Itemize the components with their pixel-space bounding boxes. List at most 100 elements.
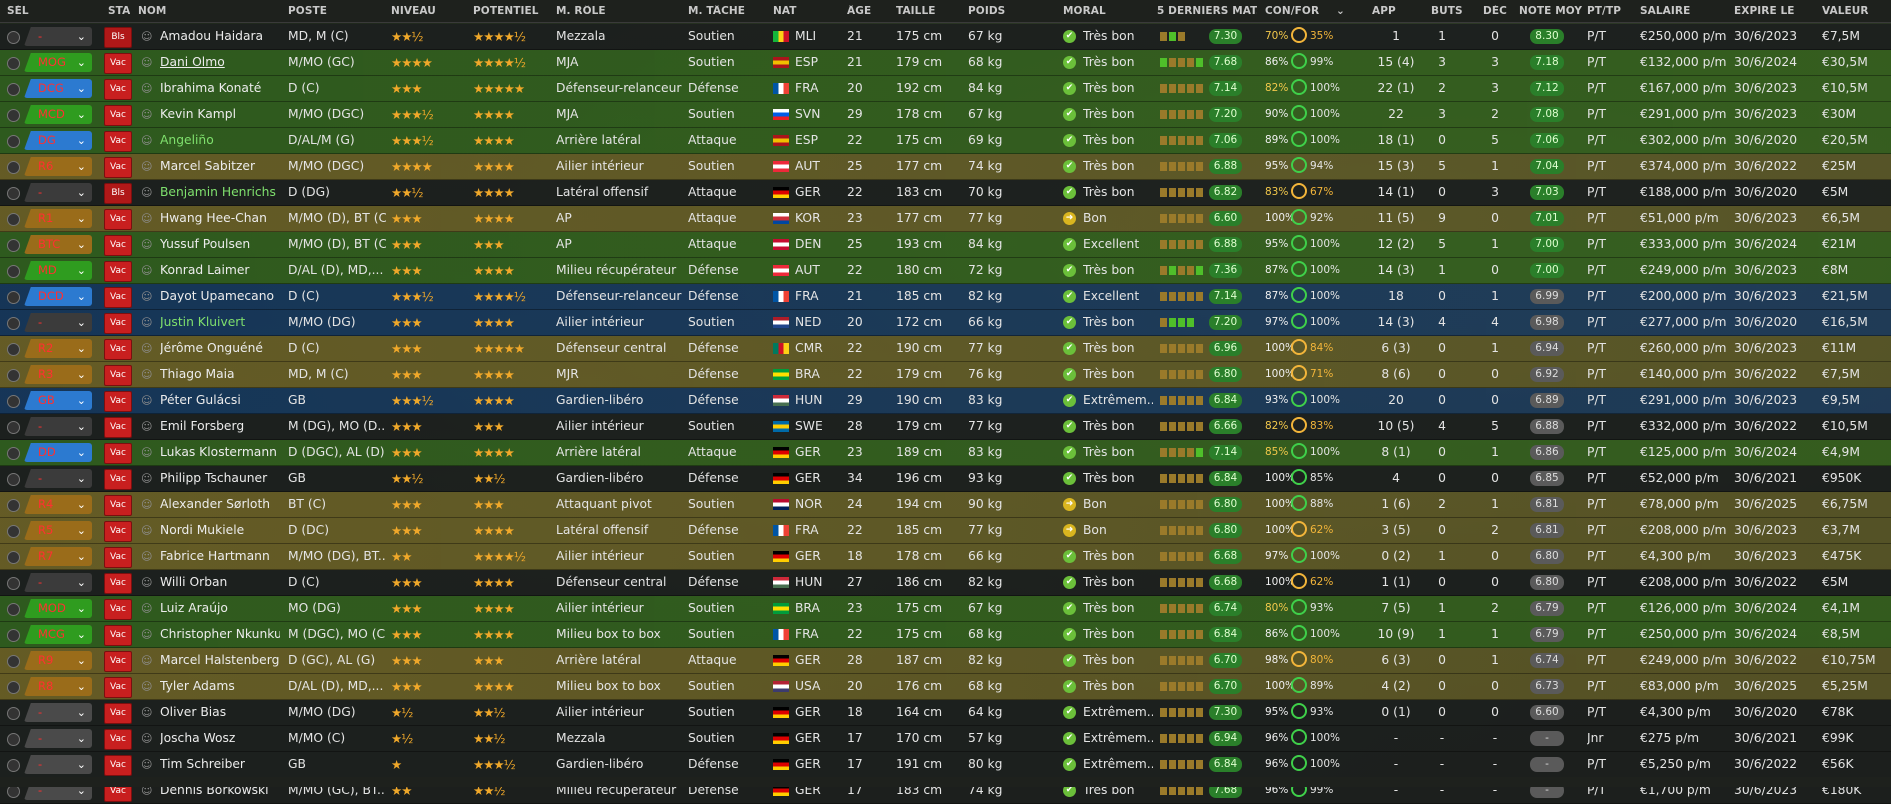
player-name-link[interactable]: Kevin Kampl [160, 102, 280, 127]
status-badge[interactable]: Vac [104, 235, 132, 256]
table-row[interactable]: - ⌄ Bls ☺ Amadou Haidara MD, M (C) ★★½ ★★… [0, 24, 1891, 50]
table-row[interactable]: DD ⌄ Vac ☺ Lukas Klostermann D (DGC), AL … [0, 440, 1891, 466]
row-select-checkbox[interactable] [7, 57, 20, 70]
status-badge[interactable]: Vac [104, 287, 132, 308]
table-row[interactable]: R8 ⌄ Vac ☺ Tyler Adams D/AL (D), MD,... ★… [0, 674, 1891, 700]
player-name-link[interactable]: Luiz Araújo [160, 596, 280, 621]
col-weight[interactable]: POIDS [968, 5, 1005, 17]
table-row[interactable]: - ⌄ Vac ☺ Tim Schreiber GB ★ ★★★½ Gardien… [0, 752, 1891, 778]
status-badge[interactable]: Vac [104, 209, 132, 230]
row-select-checkbox[interactable] [7, 525, 20, 538]
table-row[interactable]: R7 ⌄ Vac ☺ Fabrice Hartmann M/MO (DG), BT… [0, 544, 1891, 570]
player-name-link[interactable]: Jérôme Onguéné [160, 336, 280, 361]
col-potentiel[interactable]: POTENTIEL [473, 5, 539, 17]
col-ptp[interactable]: PT/TP [1587, 5, 1621, 17]
selection-dropdown[interactable]: GB ⌄ [24, 391, 92, 410]
selection-dropdown[interactable]: - ⌄ [24, 27, 92, 46]
player-name-link[interactable]: Joscha Wosz [160, 726, 280, 751]
status-badge[interactable]: Vac [104, 547, 132, 568]
row-select-checkbox[interactable] [7, 109, 20, 122]
table-row[interactable]: R4 ⌄ Vac ☺ Alexander Sørloth BT (C) ★★★ ★… [0, 492, 1891, 518]
row-select-checkbox[interactable] [7, 161, 20, 174]
status-badge[interactable]: Vac [104, 417, 132, 438]
row-select-checkbox[interactable] [7, 733, 20, 746]
player-name-link[interactable]: Emil Forsberg [160, 414, 280, 439]
player-name-link[interactable]: Marcel Sabitzer [160, 154, 280, 179]
selection-dropdown[interactable]: - ⌄ [24, 729, 92, 748]
status-badge[interactable]: Vac [104, 79, 132, 100]
col-sel[interactable]: SÉL [7, 5, 29, 17]
table-row[interactable]: R3 ⌄ Vac ☺ Thiago Maia MD, M (C) ★★★ ★★★★… [0, 362, 1891, 388]
table-row[interactable]: R6 ⌄ Vac ☺ Marcel Sabitzer M/MO (DGC) ★★★… [0, 154, 1891, 180]
player-name-link[interactable]: Péter Gulácsi [160, 388, 280, 413]
col-note[interactable]: NOTE MOY [1519, 5, 1582, 17]
status-badge[interactable]: Vac [104, 599, 132, 620]
table-row[interactable]: - ⌄ Bls ☺ Benjamin Henrichs D (DG) ★★½ ★★… [0, 180, 1891, 206]
col-buts[interactable]: BUTS [1431, 5, 1463, 17]
table-row[interactable]: MOG ⌄ Vac ☺ Dani Olmo M/MO (GC) ★★★★ ★★★★… [0, 50, 1891, 76]
row-select-checkbox[interactable] [7, 473, 20, 486]
player-name-link[interactable]: Oliver Bias [160, 700, 280, 725]
status-badge[interactable]: Vac [104, 53, 132, 74]
player-name-link[interactable]: Christopher Nkunku [160, 622, 280, 647]
player-name-link[interactable]: Thiago Maia [160, 362, 280, 387]
player-name-link[interactable]: Dayot Upamecano [160, 284, 280, 309]
selection-dropdown[interactable]: - ⌄ [24, 313, 92, 332]
selection-dropdown[interactable]: MCD ⌄ [24, 105, 92, 124]
row-select-checkbox[interactable] [7, 83, 20, 96]
table-row[interactable]: MCG ⌄ Vac ☺ Christopher Nkunku M (DGC), M… [0, 622, 1891, 648]
table-row[interactable]: DG ⌄ Vac ☺ Angeliño D/AL/M (G) ★★★½ ★★★★ … [0, 128, 1891, 154]
col-height[interactable]: TAILLE [896, 5, 936, 17]
status-badge[interactable]: Vac [104, 365, 132, 386]
player-name-link[interactable]: Hwang Hee-Chan [160, 206, 280, 231]
player-name-link[interactable]: Lukas Klostermann [160, 440, 280, 465]
table-row[interactable]: - ⌄ Vac ☺ Philipp Tschauner GB ★★½ ★★½ Ga… [0, 466, 1891, 492]
row-select-checkbox[interactable] [7, 291, 20, 304]
selection-dropdown[interactable]: MOG ⌄ [24, 53, 92, 72]
row-select-checkbox[interactable] [7, 213, 20, 226]
table-row[interactable]: R5 ⌄ Vac ☺ Nordi Mukiele D (DC) ★★★ ★★★★ … [0, 518, 1891, 544]
col-age[interactable]: ÂGE [847, 5, 871, 17]
player-name-link[interactable]: Fabrice Hartmann [160, 544, 280, 569]
row-select-checkbox[interactable] [7, 551, 20, 564]
status-badge[interactable]: Vac [104, 157, 132, 178]
status-badge[interactable]: Vac [104, 261, 132, 282]
status-badge[interactable]: Vac [104, 469, 132, 490]
col-nat[interactable]: NAT [773, 5, 797, 17]
selection-dropdown[interactable]: - ⌄ [24, 183, 92, 202]
col-app[interactable]: APP [1372, 5, 1396, 17]
status-badge[interactable]: Vac [104, 703, 132, 724]
table-row[interactable]: MOD ⌄ Vac ☺ Luiz Araújo MO (DG) ★★★ ★★★★ … [0, 596, 1891, 622]
row-select-checkbox[interactable] [7, 655, 20, 668]
table-row[interactable]: - ⌄ Vac ☺ Oliver Bias M/MO (DG) ★½ ★★½ Ai… [0, 700, 1891, 726]
table-row[interactable]: - ⌄ Vac ☺ Emil Forsberg M (DG), MO (D... … [0, 414, 1891, 440]
player-name-link[interactable]: Tyler Adams [160, 674, 280, 699]
player-name-link[interactable]: Nordi Mukiele [160, 518, 280, 543]
status-badge[interactable]: Bls [104, 27, 132, 48]
table-row[interactable]: - ⌄ Vac ☺ Willi Orban D (C) ★★★ ★★★★ Défe… [0, 570, 1891, 596]
row-select-checkbox[interactable] [7, 369, 20, 382]
row-select-checkbox[interactable] [7, 239, 20, 252]
row-select-checkbox[interactable] [7, 499, 20, 512]
selection-dropdown[interactable]: DCG ⌄ [24, 79, 92, 98]
player-name-link[interactable]: Yussuf Poulsen [160, 232, 280, 257]
table-row[interactable]: GB ⌄ Vac ☺ Péter Gulácsi GB ★★★½ ★★★★ Gar… [0, 388, 1891, 414]
status-badge[interactable]: Vac [104, 443, 132, 464]
col-last5[interactable]: 5 DERNIERS MAT... [1157, 5, 1257, 17]
player-name-link[interactable]: Alexander Sørloth [160, 492, 280, 517]
row-select-checkbox[interactable] [7, 577, 20, 590]
selection-dropdown[interactable]: DCD ⌄ [24, 287, 92, 306]
table-row[interactable]: BTC ⌄ Vac ☺ Yussuf Poulsen M/MO (D), BT (… [0, 232, 1891, 258]
selection-dropdown[interactable]: R5 ⌄ [24, 521, 92, 540]
row-select-checkbox[interactable] [7, 759, 20, 772]
selection-dropdown[interactable]: R6 ⌄ [24, 157, 92, 176]
selection-dropdown[interactable]: R7 ⌄ [24, 547, 92, 566]
row-select-checkbox[interactable] [7, 447, 20, 460]
col-duty[interactable]: M. TÂCHE [688, 5, 745, 17]
selection-dropdown[interactable]: - ⌄ [24, 755, 92, 774]
table-row[interactable]: R9 ⌄ Vac ☺ Marcel Halstenberg D (GC), AL … [0, 648, 1891, 674]
status-badge[interactable]: Vac [104, 131, 132, 152]
table-row[interactable]: - ⌄ Vac ☺ Joscha Wosz M/MO (C) ★½ ★★½ Mez… [0, 726, 1891, 752]
selection-dropdown[interactable]: R8 ⌄ [24, 677, 92, 696]
selection-dropdown[interactable]: R1 ⌄ [24, 209, 92, 228]
